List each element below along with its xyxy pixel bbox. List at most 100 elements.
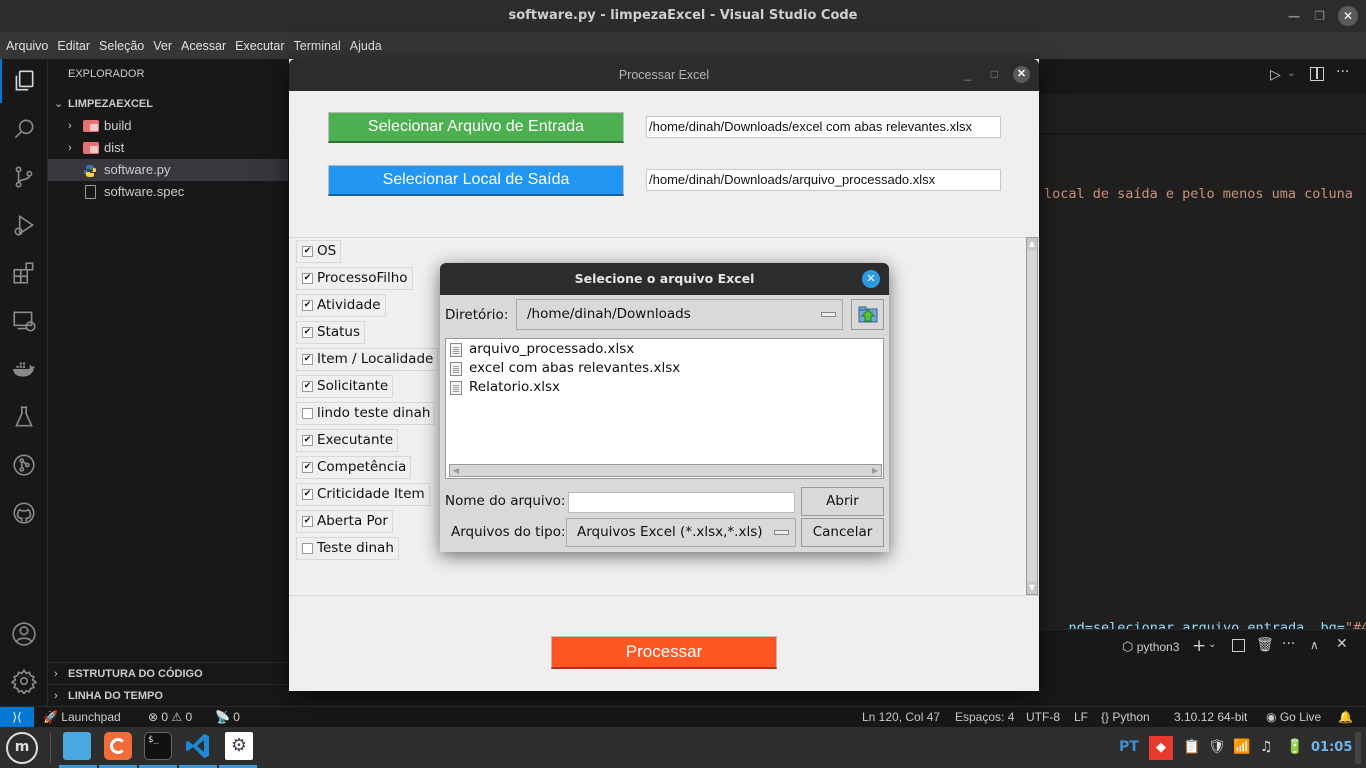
run-python-file-button[interactable]: ▷ (1270, 67, 1281, 83)
terminal-icon[interactable]: $_ (144, 732, 172, 760)
section-timeline[interactable]: › LINHA DO TEMPO (48, 684, 288, 706)
remote-indicator-button[interactable]: ⟩⟨ (0, 707, 34, 728)
column-checkbox-status[interactable]: ✔ Status (296, 321, 366, 344)
files-icon[interactable] (63, 732, 91, 760)
run-dropdown-chevron-icon[interactable]: ⌄ (1287, 68, 1295, 79)
settings-gear-icon[interactable] (0, 659, 48, 703)
maximize-button[interactable]: ❐ (1314, 0, 1325, 32)
clock[interactable]: 01:05 (1311, 727, 1352, 768)
workspace-root[interactable]: ⌄ LIMPEZAEXCEL (48, 93, 288, 115)
split-editor-icon[interactable] (1310, 67, 1324, 81)
end-of-line[interactable]: LF (1074, 707, 1088, 728)
column-checkbox-teste-dinah[interactable]: Teste dinah (296, 537, 399, 560)
menu-selecao[interactable]: Seleção (99, 39, 144, 53)
file-list[interactable]: arquivo_processado.xlsx excel com abas r… (445, 338, 884, 479)
column-checkbox-processofilho[interactable]: ✔ ProcessoFilho (296, 267, 413, 290)
column-checkbox-atividade[interactable]: ✔ Atividade (296, 294, 386, 317)
menu-ajuda[interactable]: Ajuda (350, 39, 382, 53)
wifi-icon[interactable]: 📶 (1233, 727, 1250, 768)
close-panel-icon[interactable]: ✕ (1336, 636, 1348, 652)
extensions-icon[interactable] (0, 251, 48, 295)
file-list-horizontal-scrollbar[interactable]: ◀ ▶ (449, 464, 882, 477)
show-desktop-button[interactable] (1355, 732, 1361, 764)
ports-item[interactable]: 📡 0 (215, 707, 240, 728)
notifications-bell-icon[interactable]: 🔔 (1338, 707, 1353, 728)
maximize-button[interactable]: □ (991, 59, 998, 89)
maximize-panel-icon[interactable]: ∧ (1310, 638, 1319, 652)
encoding[interactable]: UTF-8 (1026, 707, 1060, 728)
python-interpreter[interactable]: 3.10.12 64-bit (1174, 707, 1247, 728)
process-button[interactable]: Processar (551, 636, 777, 669)
more-actions-icon[interactable]: ··· (1282, 636, 1295, 652)
parent-directory-button[interactable] (851, 299, 884, 330)
anydesk-icon[interactable]: ◆ (1149, 736, 1173, 760)
column-checkbox-criticidade-item[interactable]: ✔ Criticidade Item (296, 483, 430, 506)
language-mode[interactable]: {} Python (1101, 707, 1150, 728)
output-path-field[interactable]: /home/dinah/Downloads/arquivo_processado… (646, 169, 1001, 191)
directory-combobox[interactable]: /home/dinah/Downloads (516, 299, 843, 330)
column-checkbox-item-localidade[interactable]: ✔ Item / Localidade (296, 348, 439, 371)
column-checkbox-solicitante[interactable]: ✔ Solicitante (296, 375, 394, 398)
minimize-button[interactable]: _ (964, 59, 971, 89)
cancel-button[interactable]: Cancelar (801, 518, 884, 547)
new-terminal-icon[interactable]: + (1192, 636, 1206, 656)
scroll-up-arrow-icon[interactable]: ▲ (1027, 238, 1037, 250)
file-item[interactable]: Relatorio.xlsx (448, 378, 560, 397)
split-terminal-icon[interactable] (1232, 639, 1245, 652)
launchpad-item[interactable]: 🚀 Launchpad (43, 707, 121, 728)
battery-icon[interactable]: 🔋 (1286, 727, 1303, 768)
tree-item-software-spec[interactable]: software.spec (48, 181, 288, 203)
menu-executar[interactable]: Executar (235, 39, 284, 53)
file-item[interactable]: arquivo_processado.xlsx (448, 340, 634, 359)
cursor-position[interactable]: Ln 120, Col 47 (862, 707, 940, 728)
git-graph-icon[interactable] (0, 443, 48, 487)
remote-explorer-icon[interactable] (0, 299, 48, 343)
search-icon[interactable] (0, 107, 48, 151)
code-line[interactable]: local de saída e pelo menos uma coluna (1044, 186, 1353, 202)
menu-arquivo[interactable]: Arquivo (6, 39, 48, 53)
vscode-icon[interactable] (184, 732, 212, 760)
terminal-dropdown-icon[interactable]: ⌄ (1208, 639, 1216, 650)
docker-icon[interactable] (0, 347, 48, 391)
column-checkbox-lindo-teste-dinah[interactable]: lindo teste dinah (296, 402, 436, 425)
more-actions-icon[interactable]: ··· (1336, 64, 1349, 80)
testing-icon[interactable] (0, 395, 48, 439)
columns-vertical-scrollbar[interactable]: ▲ ▼ (1026, 237, 1038, 595)
select-input-file-button[interactable]: Selecionar Arquivo de Entrada (328, 112, 624, 143)
close-window-button[interactable]: ✕ (1338, 6, 1358, 26)
terminal-selector[interactable]: ⬡ python3 (1122, 639, 1179, 655)
menu-terminal[interactable]: Terminal (294, 39, 341, 53)
filename-input[interactable] (568, 492, 795, 513)
go-live-button[interactable]: ◉ Go Live (1266, 707, 1321, 728)
explorer-icon[interactable] (0, 59, 48, 103)
tree-item-software-py[interactable]: software.py (48, 159, 288, 181)
menu-ver[interactable]: Ver (153, 39, 172, 53)
close-button[interactable]: ✕ (1013, 66, 1030, 83)
select-output-location-button[interactable]: Selecionar Local de Saída (328, 165, 624, 196)
tree-item-build[interactable]: › build (48, 115, 288, 137)
sound-icon[interactable]: ♫ (1260, 727, 1273, 768)
column-checkbox-competencia[interactable]: ✔ Competência (296, 456, 412, 479)
settings-icon[interactable]: ⚙ (225, 732, 253, 760)
menu-editar[interactable]: Editar (57, 39, 90, 53)
trash-icon[interactable]: 🗑 (1256, 637, 1274, 653)
indentation[interactable]: Espaços: 4 (955, 707, 1014, 728)
column-checkbox-executante[interactable]: ✔ Executante (296, 429, 399, 452)
account-icon[interactable] (0, 612, 48, 656)
scroll-left-arrow-icon[interactable]: ◀ (450, 465, 462, 476)
keyboard-layout[interactable]: PT (1119, 727, 1139, 768)
source-control-icon[interactable] (0, 155, 48, 199)
column-checkbox-aberta-por[interactable]: ✔ Aberta Por (296, 510, 393, 533)
tree-item-dist[interactable]: › dist (48, 137, 288, 159)
menu-acessar[interactable]: Acessar (181, 39, 226, 53)
minimize-button[interactable]: — (1288, 0, 1300, 32)
filetype-combobox[interactable]: Arquivos Excel (*.xlsx,*.xls) (566, 518, 796, 547)
scroll-down-arrow-icon[interactable]: ▼ (1027, 582, 1037, 594)
file-item[interactable]: excel com abas relevantes.xlsx (448, 359, 680, 378)
open-button[interactable]: Abrir (801, 487, 884, 516)
scroll-right-arrow-icon[interactable]: ▶ (869, 465, 881, 476)
section-outline[interactable]: › ESTRUTURA DO CÓDIGO (48, 662, 288, 684)
dialog-close-button[interactable]: ✕ (862, 270, 880, 288)
shield-update-icon[interactable]: 🛡 (1208, 727, 1226, 768)
linux-mint-menu-icon[interactable]: m (6, 732, 38, 764)
